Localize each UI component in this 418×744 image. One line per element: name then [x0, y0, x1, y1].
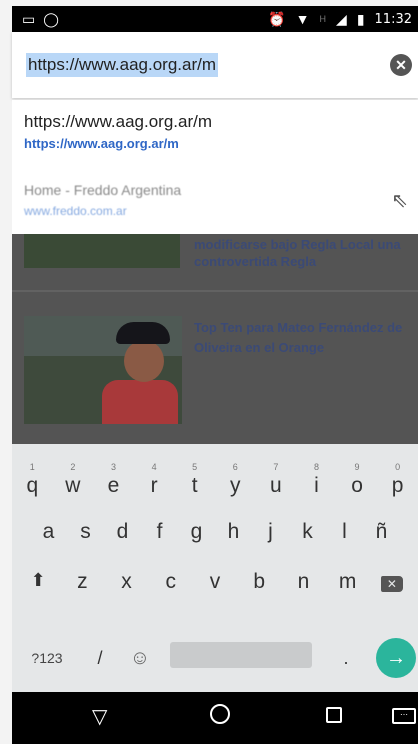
key-e[interactable]: 3e	[93, 462, 134, 498]
signal-icon: ◢	[336, 10, 347, 27]
key-o[interactable]: 9o	[337, 462, 378, 498]
home-icon[interactable]	[210, 704, 230, 724]
shift-icon[interactable]: ⬆	[16, 570, 60, 594]
divider	[12, 290, 418, 292]
keyboard-row-3: ⬆ z x c v b n m ✕	[12, 570, 418, 594]
navigation-bar: ▽ ⋯	[12, 692, 418, 744]
backspace-icon[interactable]: ✕	[370, 570, 414, 594]
wifi-icon: ▼	[295, 11, 310, 27]
key-n-tilde[interactable]: ñ	[363, 520, 400, 544]
keyboard-row-2: a s d f g h j k l ñ	[12, 520, 418, 544]
key-y[interactable]: 6y	[215, 462, 256, 498]
suggestion-title: Home - Freddo Argentina	[24, 182, 182, 198]
key-q[interactable]: 1q	[12, 462, 53, 498]
key-slash[interactable]: /	[82, 648, 118, 669]
emoji-icon[interactable]: ☺	[118, 647, 162, 670]
gallery-icon: ▭	[22, 10, 36, 27]
key-l[interactable]: l	[326, 520, 363, 544]
key-a[interactable]: a	[30, 520, 67, 544]
keyboard-row-1: 1q 2w 3e 4r 5t 6y 7u 8i 9o 0p	[12, 462, 418, 498]
recents-icon[interactable]	[326, 707, 342, 723]
suggestion-title: https://www.aag.org.ar/m	[24, 112, 213, 131]
key-b[interactable]: b	[237, 570, 281, 594]
keyboard-icon[interactable]: ⋯	[392, 708, 416, 724]
key-j[interactable]: j	[252, 520, 289, 544]
key-s[interactable]: s	[67, 520, 104, 544]
key-w[interactable]: 2w	[53, 462, 94, 498]
key-m[interactable]: m	[326, 570, 370, 594]
whatsapp-icon: ◯	[43, 10, 59, 27]
key-i[interactable]: 8i	[296, 462, 337, 498]
arrow-northwest-icon[interactable]: ⇖	[391, 188, 408, 213]
suggestion-item[interactable]: Home - Freddo Argentina www.freddo.com.a…	[12, 166, 418, 234]
key-t[interactable]: 5t	[174, 462, 215, 498]
key-period[interactable]: .	[322, 648, 370, 669]
key-f[interactable]: f	[141, 520, 178, 544]
key-r[interactable]: 4r	[134, 462, 175, 498]
alarm-icon: ⏰	[268, 10, 286, 27]
key-k[interactable]: k	[289, 520, 326, 544]
arrow-right-icon[interactable]: →	[376, 638, 416, 678]
key-n[interactable]: n	[281, 570, 325, 594]
key-c[interactable]: c	[149, 570, 193, 594]
article-headline: modificarse bajo Regla Local una controv…	[194, 237, 401, 269]
suggestion-url: https://www.aag.org.ar/m	[24, 136, 179, 151]
suggestion-item[interactable]: https://www.aag.org.ar/m https://www.aag…	[12, 100, 418, 166]
network-type: H	[319, 14, 327, 24]
back-icon[interactable]: ▽	[92, 704, 107, 729]
key-x[interactable]: x	[104, 570, 148, 594]
url-input[interactable]: https://www.aag.org.ar/m	[26, 53, 219, 77]
symbols-key[interactable]: ?123	[12, 650, 82, 666]
status-bar: ▭ ◯ ⏰ ▼ H ◢ ▮ 11:32	[12, 6, 418, 32]
url-bar[interactable]: https://www.aag.org.ar/m ✕	[12, 32, 418, 98]
key-v[interactable]: v	[193, 570, 237, 594]
background-page: modificarse bajo Regla Local una controv…	[12, 234, 418, 444]
screen: ▭ ◯ ⏰ ▼ H ◢ ▮ 11:32 https://www.aag.org.…	[0, 0, 418, 744]
article-thumbnail	[24, 234, 180, 268]
space-bar[interactable]	[170, 642, 312, 668]
key-z[interactable]: z	[60, 570, 104, 594]
key-u[interactable]: 7u	[256, 462, 297, 498]
key-h[interactable]: h	[215, 520, 252, 544]
battery-icon: ▮	[356, 10, 365, 27]
key-p[interactable]: 0p	[377, 462, 418, 498]
status-time: 11:32	[374, 11, 412, 27]
keyboard: 1q 2w 3e 4r 5t 6y 7u 8i 9o 0p a s d f g …	[12, 444, 418, 692]
key-d[interactable]: d	[104, 520, 141, 544]
close-icon[interactable]: ✕	[390, 54, 412, 76]
article-thumbnail	[24, 316, 182, 424]
suggestion-url: www.freddo.com.ar	[24, 204, 127, 218]
key-g[interactable]: g	[178, 520, 215, 544]
article-headline: Top Ten para Mateo Fernández de Oliveira…	[194, 320, 403, 355]
